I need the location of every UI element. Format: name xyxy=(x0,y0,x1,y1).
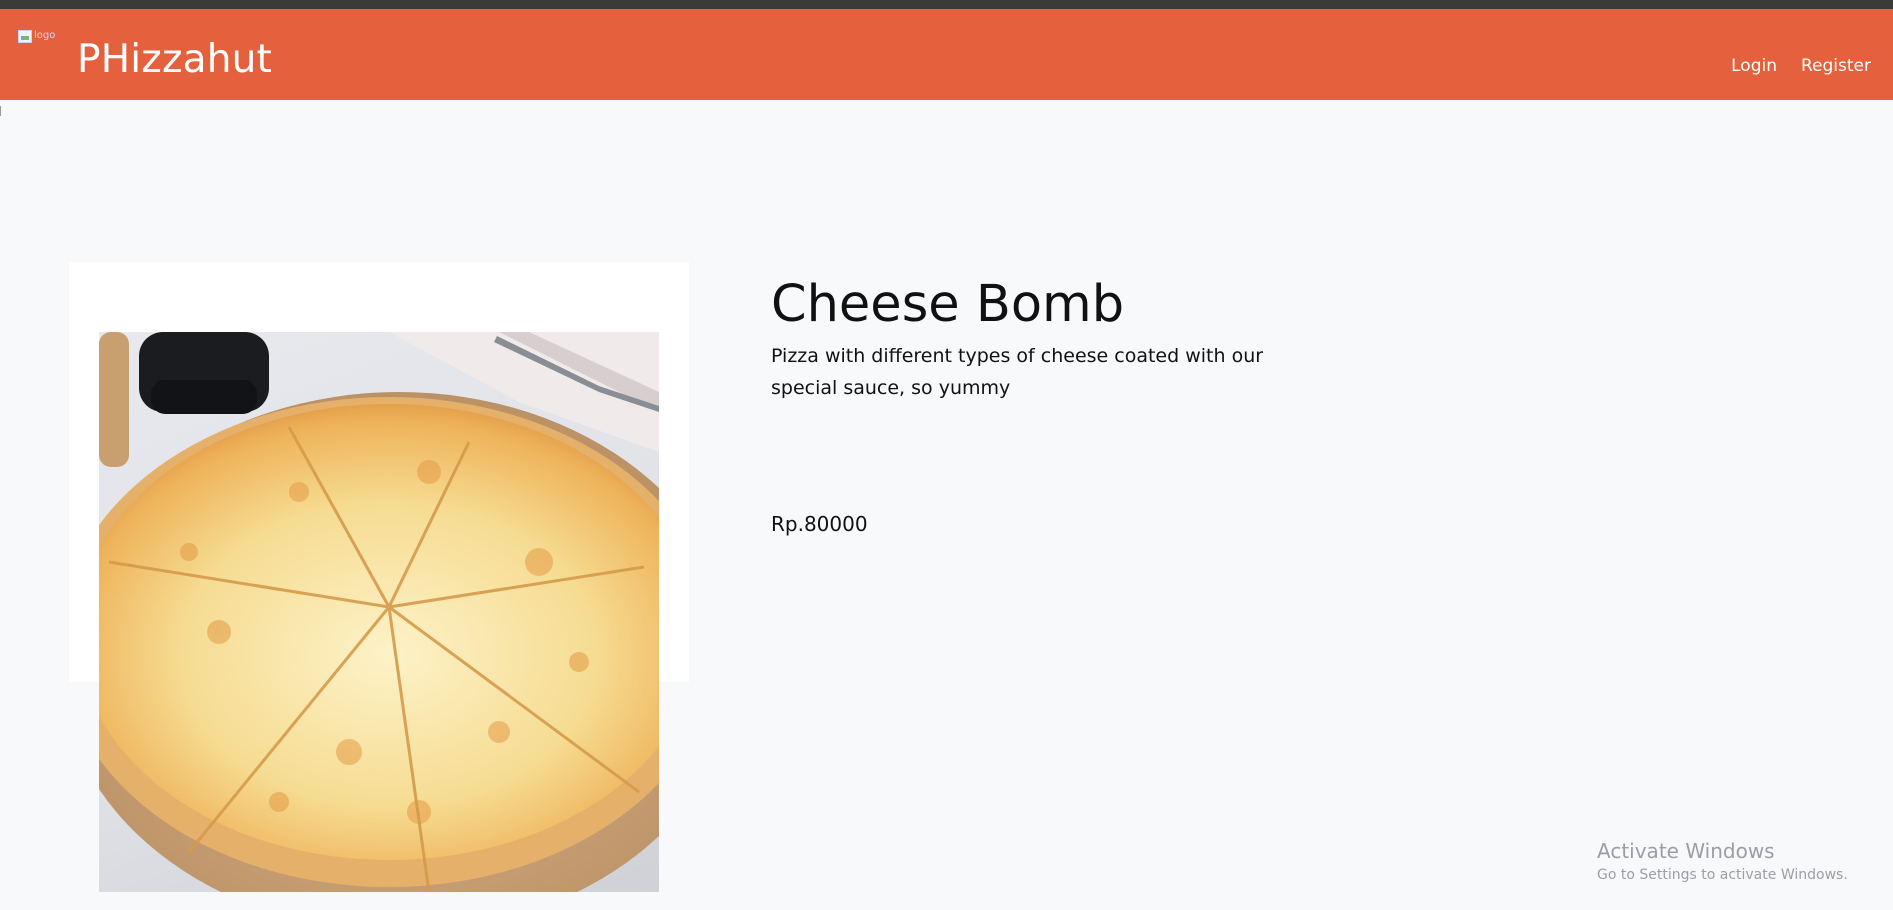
brand-name[interactable]: PHizzahut xyxy=(77,37,272,82)
browser-top-strip xyxy=(0,0,1893,9)
pizza-image xyxy=(99,332,659,892)
stray-mark xyxy=(0,106,3,116)
navbar: logo PHizzahut Login Register xyxy=(0,9,1893,100)
pizza-illustration xyxy=(99,332,659,892)
watermark-subtitle: Go to Settings to activate Windows. xyxy=(1597,867,1848,883)
login-link[interactable]: Login xyxy=(1731,56,1777,76)
watermark-title: Activate Windows xyxy=(1597,839,1775,863)
nav-links: Login Register xyxy=(1731,56,1871,76)
product-description: Pizza with different types of cheese coa… xyxy=(771,345,1264,399)
register-link[interactable]: Register xyxy=(1801,56,1871,76)
logo-alt-text: logo xyxy=(34,30,56,41)
broken-image-icon xyxy=(18,30,32,43)
windows-activation-watermark: Activate Windows Go to Settings to activ… xyxy=(1597,839,1848,883)
product-title: Cheese Bomb xyxy=(771,275,1125,334)
product-price: Rp.80000 xyxy=(771,512,868,536)
logo-image[interactable]: logo xyxy=(18,30,58,52)
